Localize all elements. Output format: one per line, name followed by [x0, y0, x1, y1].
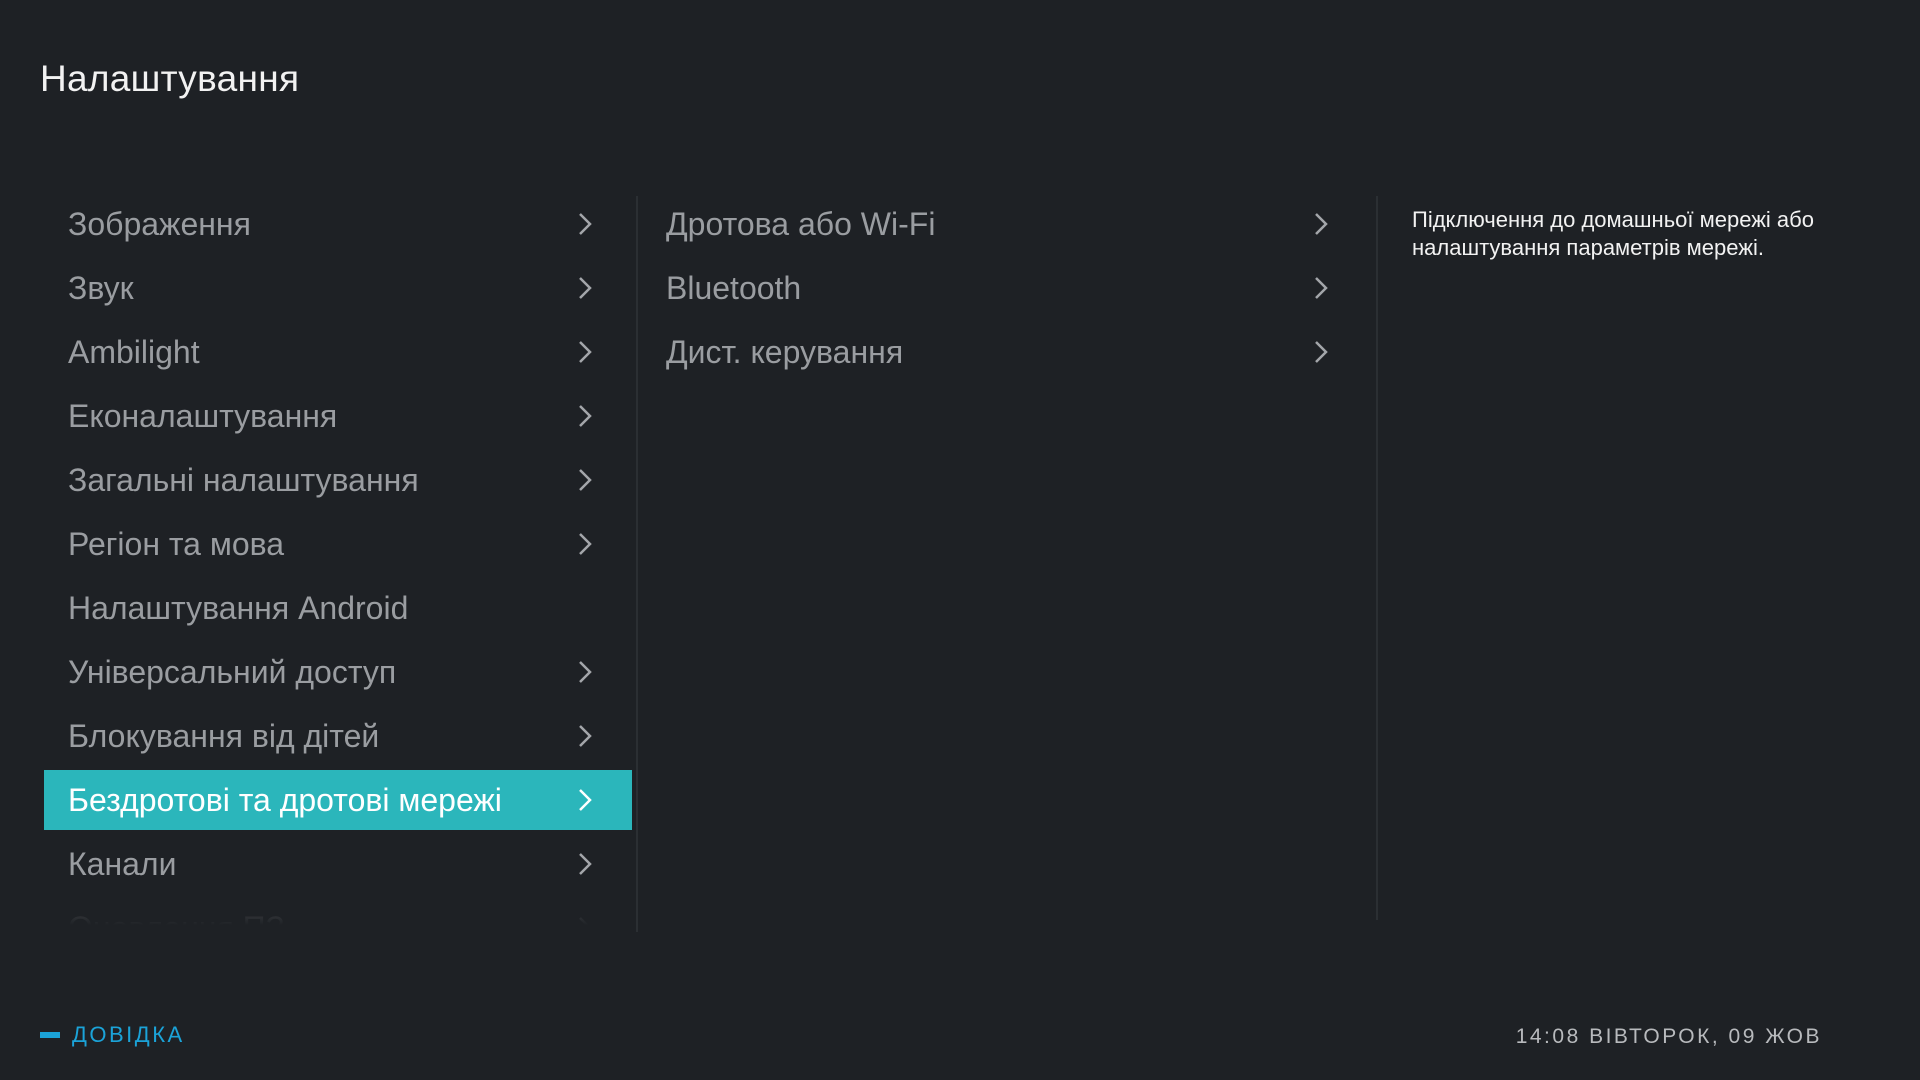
help-bar-icon	[40, 1032, 60, 1038]
help-button[interactable]: ДОВІДКА	[40, 1022, 185, 1048]
submenu-item-remote-control[interactable]: Дист. керування	[642, 322, 1352, 382]
submenu-item-label: Bluetooth	[666, 269, 802, 306]
submenu-item-label: Дист. керування	[666, 333, 904, 370]
column-divider	[636, 196, 638, 932]
menu-item-channels[interactable]: Канали	[44, 834, 632, 894]
menu-item-child-lock[interactable]: Блокування від дітей	[44, 706, 632, 766]
menu-item-software-update[interactable]: Оновлення ПЗ	[44, 898, 632, 932]
menu-item-label: Загальні налаштування	[68, 461, 419, 498]
menu-item-region-language[interactable]: Регіон та мова	[44, 514, 632, 574]
menu-item-android-settings[interactable]: Налаштування Android	[44, 578, 632, 638]
chevron-right-icon	[572, 467, 598, 493]
chevron-right-icon	[1308, 275, 1334, 301]
chevron-right-icon	[572, 403, 598, 429]
menu-item-sound[interactable]: Звук	[44, 258, 632, 318]
menu-item-label: Еконалаштування	[68, 397, 338, 434]
item-description: Підключення до домашньої мережі або нала…	[1412, 207, 1814, 260]
column-divider	[1376, 196, 1378, 920]
menu-item-label: Канали	[68, 845, 177, 882]
date-time: 14:08 ВІВТОРОК, 09 ЖОВ	[1515, 1025, 1822, 1048]
menu-item-label: Регіон та мова	[68, 525, 285, 562]
menu-item-label: Ambilight	[68, 333, 200, 370]
submenu-item-label: Дротова або Wi-Fi	[666, 205, 936, 242]
chevron-right-icon	[572, 787, 598, 813]
settings-screen: Налаштування Зображення Звук Ambilight Е…	[0, 0, 1920, 1080]
chevron-right-icon	[1308, 339, 1334, 365]
chevron-right-icon	[572, 851, 598, 877]
chevron-right-icon	[572, 275, 598, 301]
chevron-right-icon	[572, 723, 598, 749]
menu-item-label: Налаштування Android	[68, 589, 409, 626]
menu-item-eco-settings[interactable]: Еконалаштування	[44, 386, 632, 446]
menu-item-accessibility[interactable]: Універсальний доступ	[44, 642, 632, 702]
menu-item-wireless-networks[interactable]: Бездротові та дротові мережі	[44, 770, 632, 830]
menu-item-label: Оновлення ПЗ	[68, 909, 285, 933]
menu-item-ambilight[interactable]: Ambilight	[44, 322, 632, 382]
submenu-item-wired-wifi[interactable]: Дротова або Wi-Fi	[642, 194, 1352, 254]
chevron-right-icon	[572, 915, 598, 932]
menu-item-label: Бездротові та дротові мережі	[68, 781, 502, 818]
submenu: Дротова або Wi-Fi Bluetooth Дист. керува…	[642, 194, 1352, 386]
menu-item-general-settings[interactable]: Загальні налаштування	[44, 450, 632, 510]
settings-menu: Зображення Звук Ambilight Еконалаштуванн…	[44, 194, 632, 932]
menu-item-label: Універсальний доступ	[68, 653, 397, 690]
chevron-right-icon	[572, 659, 598, 685]
submenu-item-bluetooth[interactable]: Bluetooth	[642, 258, 1352, 318]
menu-item-label: Блокування від дітей	[68, 717, 380, 754]
chevron-right-icon	[572, 211, 598, 237]
menu-item-picture[interactable]: Зображення	[44, 194, 632, 254]
help-label: ДОВІДКА	[72, 1022, 185, 1047]
menu-item-label: Звук	[68, 269, 134, 306]
chevron-right-icon	[572, 339, 598, 365]
chevron-right-icon	[572, 531, 598, 557]
menu-item-label: Зображення	[68, 205, 251, 242]
chevron-right-icon	[1308, 211, 1334, 237]
page-title: Налаштування	[40, 58, 300, 99]
